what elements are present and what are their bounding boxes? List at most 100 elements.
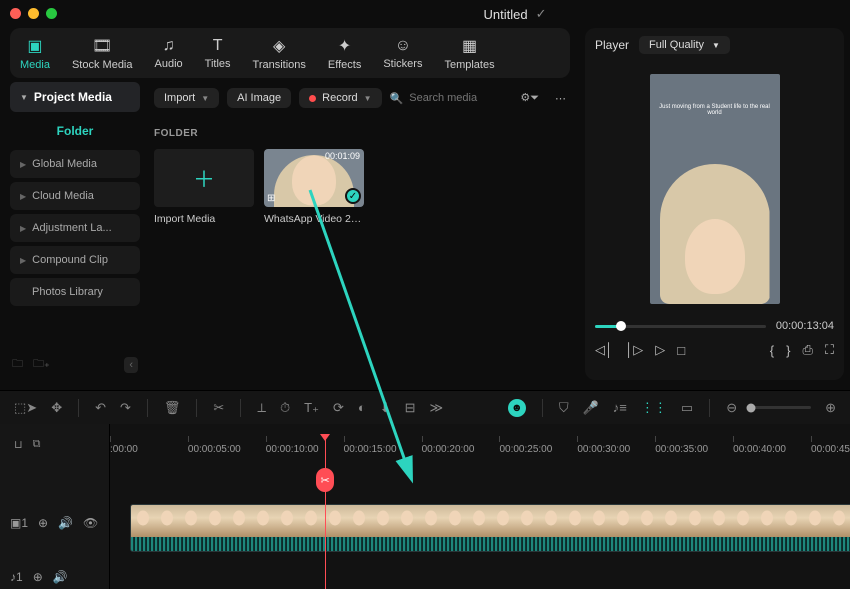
ai-image-label: AI Image xyxy=(237,92,281,104)
record-dot-icon xyxy=(309,95,316,102)
sidebar-item-photos-library[interactable]: Photos Library xyxy=(10,278,140,306)
prev-frame-button[interactable]: ◁│ xyxy=(595,342,613,358)
tab-transitions[interactable]: ◈ Transitions xyxy=(253,36,306,71)
sidebar-item-label: Adjustment La... xyxy=(32,222,112,234)
mute-icon[interactable]: 🔊 xyxy=(58,516,73,530)
rotate-icon[interactable]: ⟳ xyxy=(333,400,344,416)
import-button[interactable]: Import▼ xyxy=(154,88,219,108)
mask-icon[interactable]: ▭ xyxy=(681,400,693,416)
plus-icon: ＋ xyxy=(193,162,215,194)
preview-overlay-text: Just moving from a Student life to the r… xyxy=(658,104,772,116)
scissors-icon[interactable]: ✂ xyxy=(213,400,224,416)
tab-stock-media[interactable]: 🎞 Stock Media xyxy=(72,36,133,71)
clip-waveform xyxy=(131,537,850,552)
tab-label: Templates xyxy=(444,59,494,71)
timeline-clip[interactable]: ▶WhatsApp Video 2023-09-28 at 2:07:57 PM xyxy=(130,504,850,552)
video-track[interactable]: ▶WhatsApp Video 2023-09-28 at 2:07:57 PM xyxy=(110,504,850,552)
time-ruler[interactable]: :00:0000:00:05:0000:00:10:0000:00:15:000… xyxy=(110,436,850,458)
browser-toolbar: Import▼ AI Image Record▼ 🔍 ⚙⏷ ⋯ xyxy=(154,82,570,114)
scrub-handle[interactable] xyxy=(616,321,626,331)
undo-icon[interactable]: ↶ xyxy=(95,400,106,416)
snapshot-icon[interactable]: ⎙ xyxy=(802,342,812,358)
chevron-right-icon: ▶ xyxy=(20,192,26,201)
add-track-icon[interactable]: ⊕ xyxy=(38,516,48,530)
sticker-icon: ☺ xyxy=(395,37,411,55)
visibility-icon[interactable]: 👁 xyxy=(83,516,98,530)
clip-duration: 00:01:09 xyxy=(325,151,360,161)
enhance-icon[interactable]: ☻ xyxy=(508,399,526,417)
media-clip-tile[interactable]: 00:01:09 ⊞ ✓ WhatsApp Video 202… xyxy=(264,149,364,225)
new-folder-icon[interactable]: 🗀 xyxy=(12,355,23,374)
video-track-header: ▣1 ⊕ 🔊 👁 xyxy=(10,516,98,530)
timeline: ⊔ ⧉ ▣1 ⊕ 🔊 👁 ♪1 ⊕ 🔊 :00:0000:00:05:0000:… xyxy=(0,424,850,589)
quality-select[interactable]: Full Quality ▼ xyxy=(639,36,730,54)
search-input[interactable] xyxy=(409,92,508,104)
media-sidebar: ▼ Project Media Folder ▶Global Media ▶Cl… xyxy=(10,82,140,380)
folder-tab[interactable]: Folder xyxy=(10,116,140,146)
mark-out-icon[interactable]: } xyxy=(786,343,790,358)
text-tool-icon[interactable]: T₊ xyxy=(304,400,319,416)
ruler-tick: 00:00:35:00 xyxy=(655,436,708,455)
ai-image-button[interactable]: AI Image xyxy=(227,88,291,108)
trash-icon[interactable]: 🗑 xyxy=(164,400,181,416)
collapse-sidebar-icon[interactable]: ‹ xyxy=(124,357,138,373)
stop-button[interactable]: □ xyxy=(677,343,685,358)
tab-media[interactable]: ▣ Media xyxy=(20,36,50,71)
record-button[interactable]: Record▼ xyxy=(299,88,381,108)
grid-icon: ⊞ xyxy=(267,193,275,204)
next-frame-button[interactable]: │▷ xyxy=(625,342,643,358)
chevron-down-icon: ▼ xyxy=(201,94,209,103)
mic-icon[interactable]: 🎤 xyxy=(583,400,599,416)
shield-icon[interactable]: ⛉ xyxy=(559,400,569,416)
player-panel: Player Full Quality ▼ Just moving from a… xyxy=(585,28,844,380)
chevron-right-icon: ▶ xyxy=(20,160,26,169)
timeline-toolbar: ⬚➤ ✥ ↶ ↷ 🗑 ✂ ⟂ ⏱ T₊ ⟳ ◐ ⬇ ⊟ ≫ ☻ ⛉ 🎤 ♪≡ ⋮… xyxy=(0,390,850,424)
sidebar-item-compound-clip[interactable]: ▶Compound Clip xyxy=(10,246,140,274)
zoom-out-icon[interactable]: ⊖ xyxy=(726,400,737,416)
zoom-slider[interactable] xyxy=(751,406,811,409)
fullscreen-icon[interactable]: ⛶ xyxy=(825,342,834,358)
mute-icon[interactable]: 🔊 xyxy=(53,570,68,584)
thumb-label: Import Media xyxy=(154,213,254,225)
link-icon[interactable]: ⧉ xyxy=(33,438,41,451)
tab-audio[interactable]: ♫ Audio xyxy=(155,37,183,70)
sidebar-item-global-media[interactable]: ▶Global Media xyxy=(10,150,140,178)
tab-stickers[interactable]: ☺ Stickers xyxy=(383,37,422,70)
new-bin-icon[interactable]: 🗀₊ xyxy=(33,355,50,374)
search-box[interactable]: 🔍 xyxy=(390,92,509,105)
scrub-bar[interactable]: 00:00:13:04 xyxy=(595,320,834,332)
split-button[interactable]: ✂ xyxy=(316,468,334,492)
color-icon[interactable]: ◐ xyxy=(358,400,366,415)
redo-icon[interactable]: ↷ xyxy=(120,400,131,416)
sidebar-item-cloud-media[interactable]: ▶Cloud Media xyxy=(10,182,140,210)
add-track-icon[interactable]: ⊕ xyxy=(33,570,43,584)
more-icon[interactable]: ≫ xyxy=(430,400,444,416)
mark-in-icon[interactable]: { xyxy=(770,343,774,358)
magnet-icon[interactable]: ⊔ xyxy=(14,438,23,451)
music-adjust-icon[interactable]: ♪≡ xyxy=(613,400,627,415)
crop-icon[interactable]: ⟂ xyxy=(257,400,266,416)
tab-templates[interactable]: ▦ Templates xyxy=(444,36,494,71)
tab-effects[interactable]: ✦ Effects xyxy=(328,36,361,71)
import-media-tile[interactable]: ＋ Import Media xyxy=(154,149,254,225)
sidebar-item-label: Photos Library xyxy=(32,286,103,298)
markers-icon[interactable]: ⊟ xyxy=(405,400,416,416)
video-preview[interactable]: Just moving from a Student life to the r… xyxy=(650,74,780,304)
play-button[interactable]: ▷ xyxy=(655,342,665,358)
more-options-icon[interactable]: ⋯ xyxy=(551,92,570,105)
filter-icon[interactable]: ⚙⏷ xyxy=(516,91,543,105)
zoom-in-icon[interactable]: ⊕ xyxy=(825,400,836,416)
tab-titles[interactable]: T Titles xyxy=(205,37,231,70)
chevron-down-icon: ▼ xyxy=(712,41,720,50)
auto-beat-icon[interactable]: ⋮⋮ xyxy=(641,400,667,416)
quality-label: Full Quality xyxy=(649,39,704,51)
download-icon[interactable]: ⬇ xyxy=(380,400,391,416)
pointer-icon[interactable]: ⬚➤ xyxy=(14,400,37,416)
blade-select-icon[interactable]: ✥ xyxy=(51,400,62,416)
speed-icon[interactable]: ⏱ xyxy=(280,400,290,416)
project-media-header[interactable]: ▼ Project Media xyxy=(10,82,140,112)
scrub-track[interactable] xyxy=(595,325,766,328)
sidebar-item-adjustment-layer[interactable]: ▶Adjustment La... xyxy=(10,214,140,242)
search-icon: 🔍 xyxy=(390,92,404,105)
player-tab-label[interactable]: Player xyxy=(595,38,629,52)
